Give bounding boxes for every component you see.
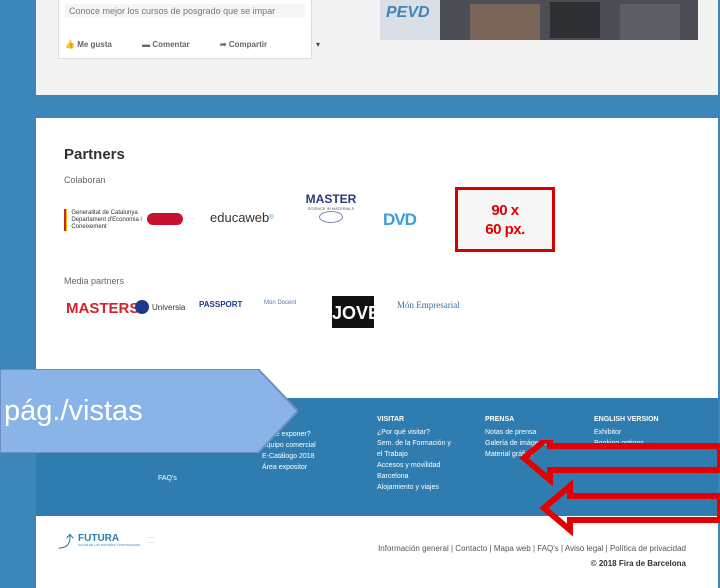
mon-docent-logo-text: Món Docent (264, 300, 297, 306)
arrow-left-icon (519, 440, 720, 487)
gencat-logo[interactable]: Generalitat de Catalunya Departament d'E… (64, 198, 144, 242)
facebook-post-card: Conoce mejor los cursos de posgrado que … (58, 0, 312, 59)
footer-legal-links[interactable]: Información general | Contacto | Mapa we… (378, 544, 686, 553)
barcelona-activa-text: · · · (186, 216, 194, 222)
universia-icon (135, 300, 149, 314)
dvd-logo-text: DVD (383, 210, 417, 229)
comment-button[interactable]: ▬ Comentar (142, 40, 204, 49)
media-partners-label: Media partners (64, 276, 125, 286)
footer-link[interactable]: Alojamiento y viajes (377, 482, 451, 493)
ad-placeholder-size: 90 x (491, 201, 519, 219)
barcelona-activa-icon (147, 213, 183, 225)
chevron-down-icon[interactable]: ▾ (316, 40, 320, 49)
footer-col-title: ENGLISH VERSION (594, 416, 659, 423)
futura-brand: FUTURA (78, 532, 120, 544)
arrows-overlay (519, 440, 720, 536)
master-logo-title: MASTER (305, 192, 357, 206)
footer-link[interactable]: Notas de prensa (485, 427, 550, 438)
footer-faq-link[interactable]: FAQ's (158, 473, 177, 484)
futura-logo[interactable]: ⤴ FUTURA SALÓN DE LOS MASTERS Y POSTGRAD… (58, 528, 155, 552)
footer-col-title: PRENSA (485, 416, 515, 423)
gencat-logo-text: Generalitat de Catalunya Departament d'E… (71, 209, 142, 230)
ad-placeholder-unit: 60 px. (485, 220, 525, 238)
master-logo-emblem-icon (319, 211, 343, 223)
share-button[interactable]: ➦ Compartir (220, 40, 281, 49)
futura-brand-sub: SALÓN DE LOS MASTERS Y POSTGRADOS (78, 542, 141, 547)
collaborate-label: Colaboran (64, 175, 106, 185)
masters-logo[interactable]: MASTERS (66, 300, 139, 317)
partners-title: Partners (64, 146, 125, 163)
master-logo[interactable]: MASTER SCIENCE IN MATERIALS (298, 192, 364, 244)
footer-col-title: VISITAR (377, 416, 405, 423)
dvd-logo[interactable]: DVD (383, 210, 417, 230)
callout-label: pág./vistas (4, 394, 143, 427)
footer-link[interactable]: ¿Por qué visitar? (377, 427, 451, 438)
footer-link[interactable]: Área expositor (262, 462, 316, 473)
futura-mark-icon: ⤴ (58, 534, 75, 551)
mon-empresarial-logo[interactable]: Món Empresarial (397, 300, 460, 310)
footer-link[interactable]: el Trabajo (377, 449, 451, 460)
like-button[interactable]: 👍 Me gusta (65, 40, 126, 49)
facebook-post-text: Conoce mejor los cursos de posgrado que … (65, 4, 305, 18)
footer-link[interactable]: Exhibitor (594, 427, 659, 438)
barcelona-activa-logo[interactable]: · · · (147, 211, 205, 227)
gencat-flag-icon (64, 209, 68, 231)
universia-logo-text: Universia (152, 302, 186, 312)
jove-logo-text: JOVE (332, 303, 381, 323)
masters-logo-text: MASTERS (66, 300, 140, 317)
copyright: © 2018 Fira de Barcelona (590, 559, 686, 568)
universia-logo[interactable]: Universia (135, 300, 185, 314)
futura-side-text: ····· ····· (148, 535, 155, 545)
footer-link[interactable]: Barcelona (377, 471, 451, 482)
mon-docent-logo[interactable]: Món Docent (264, 300, 296, 306)
jove-logo[interactable]: JOVE (332, 296, 380, 328)
facebook-actions: 👍 Me gusta ▬ Comentar ➦ Compartir (65, 40, 295, 49)
passport-logo[interactable]: PASSPORT (199, 300, 242, 309)
educaweb-logo-text: educaweb (210, 210, 270, 225)
footer-col-visit: VISITAR ¿Por qué visitar? Sem. de la For… (377, 414, 451, 493)
arrow-left-icon (539, 479, 720, 536)
gallery-image-text: PEVD (386, 4, 430, 21)
ad-placeholder-box: 90 x 60 px. (455, 187, 555, 252)
passport-logo-text: PASSPORT (199, 300, 243, 309)
footer-link[interactable]: Accesos y movilidad (377, 460, 451, 471)
footer-link[interactable]: Sem. de la Formación y (377, 438, 451, 449)
educaweb-logo[interactable]: educaweb ® (210, 210, 274, 225)
gallery-image[interactable]: PEVD (380, 0, 698, 40)
callout-label-wrap: pág./vistas (0, 369, 298, 453)
partners-section (36, 118, 718, 398)
mon-empresarial-logo-text: Món Empresarial (397, 300, 460, 310)
